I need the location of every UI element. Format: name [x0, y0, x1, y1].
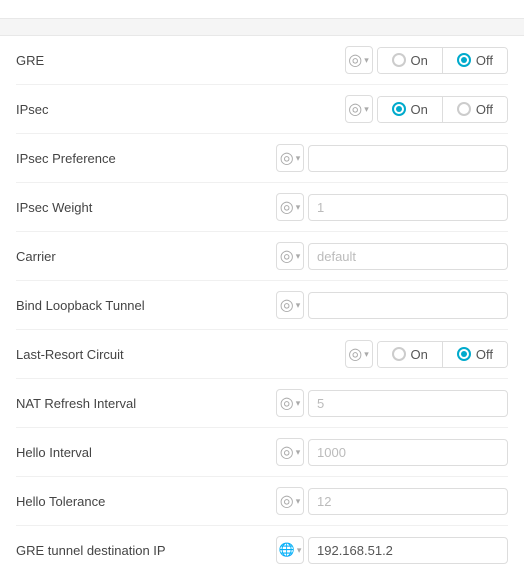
control-ipsec: ◎▾ On Off [345, 95, 508, 123]
radio-circle-last-resort-off [457, 347, 471, 361]
input-nat-refresh[interactable] [308, 390, 508, 417]
label-last-resort: Last-Resort Circuit [16, 347, 166, 362]
radio-option-gre-on[interactable]: On [378, 48, 443, 73]
form-row-bind-loopback: Bind Loopback Tunnel ◎▾ [16, 281, 508, 330]
form-fields: GRE ◎▾ On Off IPsec ◎▾ On Off IPsec Preference ◎▾… [0, 36, 524, 574]
input-hello-interval[interactable] [308, 439, 508, 466]
radio-circle-gre-on [392, 53, 406, 67]
form-row-ipsec-weight: IPsec Weight ◎▾ [16, 183, 508, 232]
radio-option-ipsec-on[interactable]: On [378, 97, 443, 122]
radio-label-ipsec-on: On [411, 102, 428, 117]
icon-btn-last-resort[interactable]: ◎▾ [345, 340, 373, 368]
label-ipsec-preference: IPsec Preference [16, 151, 166, 166]
radio-label-gre-off: Off [476, 53, 493, 68]
globe-btn-gre-destination[interactable]: 🌐▾ [276, 536, 304, 564]
form-row-hello-tolerance: Hello Tolerance ◎▾ [16, 477, 508, 526]
label-gre-destination: GRE tunnel destination IP [16, 543, 166, 558]
icon-btn-bind-loopback[interactable]: ◎▾ [276, 291, 304, 319]
label-bind-loopback: Bind Loopback Tunnel [16, 298, 166, 313]
form-row-carrier: Carrier ◎▾ [16, 232, 508, 281]
encapsulation-section-label [0, 18, 524, 36]
radio-group-last-resort: On Off [377, 341, 508, 368]
input-bind-loopback[interactable] [308, 292, 508, 319]
form-row-ipsec-preference: IPsec Preference ◎▾ [16, 134, 508, 183]
label-carrier: Carrier [16, 249, 166, 264]
label-hello-interval: Hello Interval [16, 445, 166, 460]
input-ipsec-preference[interactable] [308, 145, 508, 172]
icon-btn-nat-refresh[interactable]: ◎▾ [276, 389, 304, 417]
input-hello-tolerance[interactable] [308, 488, 508, 515]
control-last-resort: ◎▾ On Off [345, 340, 508, 368]
control-ipsec-weight: ◎▾ [276, 193, 508, 221]
control-hello-interval: ◎▾ [276, 438, 508, 466]
advanced-options-toggle[interactable] [0, 0, 524, 18]
radio-option-last-resort-on[interactable]: On [378, 342, 443, 367]
radio-label-last-resort-on: On [411, 347, 428, 362]
label-ipsec-weight: IPsec Weight [16, 200, 166, 215]
radio-option-gre-off[interactable]: Off [443, 48, 507, 73]
label-hello-tolerance: Hello Tolerance [16, 494, 166, 509]
label-ipsec: IPsec [16, 102, 166, 117]
control-hello-tolerance: ◎▾ [276, 487, 508, 515]
input-ipsec-weight[interactable] [308, 194, 508, 221]
form-row-ipsec: IPsec ◎▾ On Off [16, 85, 508, 134]
form-row-gre: GRE ◎▾ On Off [16, 36, 508, 85]
radio-label-gre-on: On [411, 53, 428, 68]
control-gre: ◎▾ On Off [345, 46, 508, 74]
icon-btn-carrier[interactable]: ◎▾ [276, 242, 304, 270]
radio-label-last-resort-off: Off [476, 347, 493, 362]
radio-circle-ipsec-on [392, 102, 406, 116]
label-gre: GRE [16, 53, 166, 68]
icon-btn-ipsec-weight[interactable]: ◎▾ [276, 193, 304, 221]
input-carrier[interactable] [308, 243, 508, 270]
form-row-nat-refresh: NAT Refresh Interval ◎▾ [16, 379, 508, 428]
label-nat-refresh: NAT Refresh Interval [16, 396, 166, 411]
control-gre-destination: 🌐▾ [276, 536, 508, 564]
control-ipsec-preference: ◎▾ [276, 144, 508, 172]
radio-circle-gre-off [457, 53, 471, 67]
icon-btn-gre[interactable]: ◎▾ [345, 46, 373, 74]
form-row-last-resort: Last-Resort Circuit ◎▾ On Off [16, 330, 508, 379]
radio-circle-ipsec-off [457, 102, 471, 116]
icon-btn-ipsec[interactable]: ◎▾ [345, 95, 373, 123]
form-row-hello-interval: Hello Interval ◎▾ [16, 428, 508, 477]
radio-group-gre: On Off [377, 47, 508, 74]
icon-btn-ipsec-preference[interactable]: ◎▾ [276, 144, 304, 172]
icon-btn-hello-tolerance[interactable]: ◎▾ [276, 487, 304, 515]
control-carrier: ◎▾ [276, 242, 508, 270]
advanced-options-section: GRE ◎▾ On Off IPsec ◎▾ On Off IPsec Preference ◎▾… [0, 0, 524, 574]
radio-circle-last-resort-on [392, 347, 406, 361]
radio-label-ipsec-off: Off [476, 102, 493, 117]
control-bind-loopback: ◎▾ [276, 291, 508, 319]
icon-btn-hello-interval[interactable]: ◎▾ [276, 438, 304, 466]
radio-group-ipsec: On Off [377, 96, 508, 123]
form-row-gre-destination: GRE tunnel destination IP 🌐▾ [16, 526, 508, 574]
radio-option-ipsec-off[interactable]: Off [443, 97, 507, 122]
input-gre-destination[interactable] [308, 537, 508, 564]
control-nat-refresh: ◎▾ [276, 389, 508, 417]
radio-option-last-resort-off[interactable]: Off [443, 342, 507, 367]
